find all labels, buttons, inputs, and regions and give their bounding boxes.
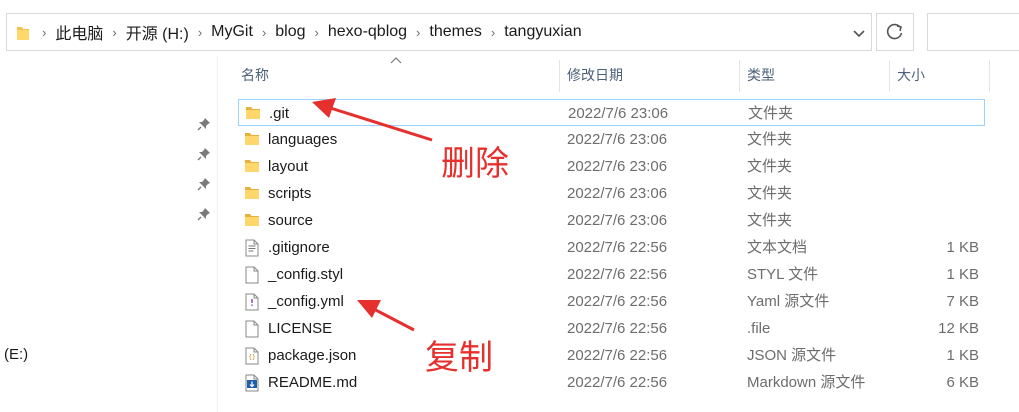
annotation-copy-label: 复制 [425, 338, 493, 378]
arrow-delete [312, 98, 433, 142]
annotation-delete-label: 删除 [441, 144, 509, 184]
annotation-layer [312, 98, 433, 332]
arrow-copy [357, 300, 415, 332]
